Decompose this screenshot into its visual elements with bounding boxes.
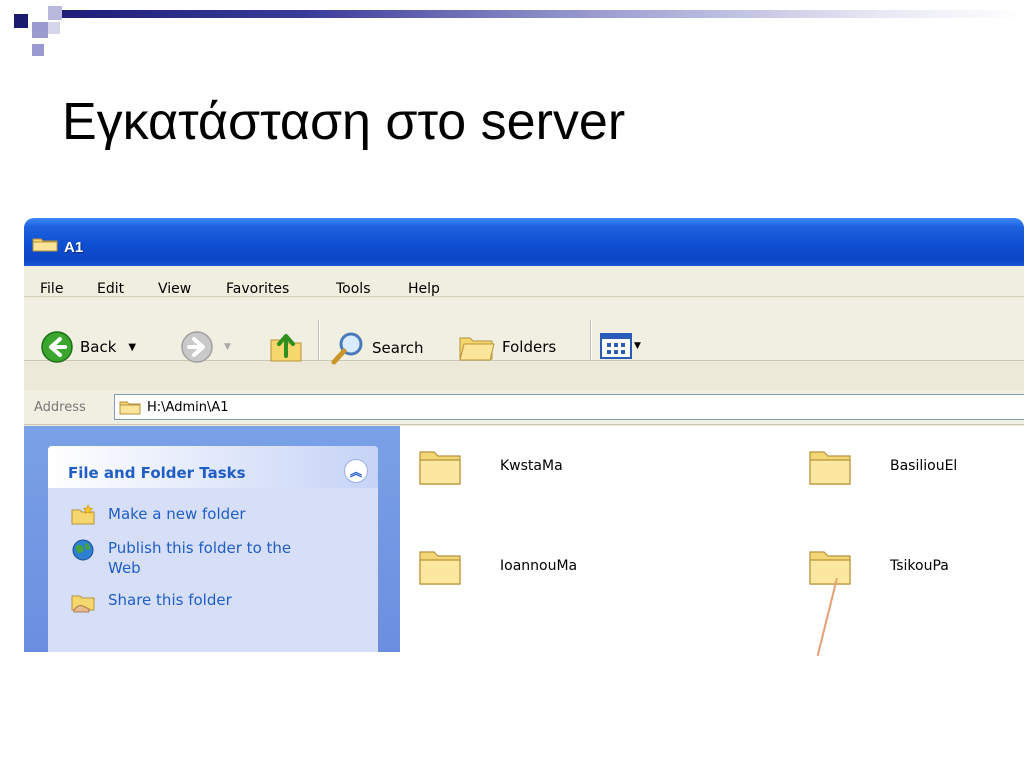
deco-square bbox=[48, 22, 60, 34]
forward-dropdown-icon[interactable]: ▼ bbox=[224, 342, 231, 352]
folder-name: KwstaMa bbox=[500, 458, 563, 474]
folders-button[interactable]: Folders bbox=[458, 332, 556, 362]
forward-button[interactable]: ▼ bbox=[180, 330, 231, 364]
folder-icon bbox=[419, 451, 461, 485]
task-label: Share this folder bbox=[108, 591, 232, 609]
menu-edit[interactable]: Edit bbox=[97, 282, 124, 296]
task-panel-header[interactable]: File and Folder Tasks ︽ bbox=[48, 446, 378, 488]
folder-view: KwstaMa BasiliouEl IoannouMa TsikouPa bbox=[400, 426, 1024, 652]
folder-icon bbox=[32, 238, 58, 252]
toolbar-separator bbox=[590, 320, 592, 360]
deco-square bbox=[14, 14, 28, 28]
folder-name: TsikouPa bbox=[890, 558, 949, 574]
menu-favorites[interactable]: Favorites bbox=[226, 282, 289, 296]
explorer-window: A1 File Edit View Favorites Tools Help B… bbox=[24, 218, 1024, 652]
deco-square bbox=[32, 22, 48, 38]
forward-arrow-icon bbox=[181, 331, 213, 363]
menu-bar: File Edit View Favorites Tools Help bbox=[24, 266, 1024, 297]
menu-help[interactable]: Help bbox=[408, 282, 440, 296]
folders-icon bbox=[459, 337, 495, 361]
folder-icon bbox=[119, 401, 141, 415]
toolbar-separator bbox=[318, 320, 320, 360]
back-dropdown-icon[interactable]: ▼ bbox=[128, 342, 136, 353]
folder-item[interactable]: KwstaMa bbox=[416, 442, 563, 490]
toolbar: Back ▼ ▼ Search Folders ▼ bbox=[24, 298, 1024, 365]
folder-item[interactable]: BasiliouEl bbox=[806, 442, 957, 490]
folder-icon bbox=[419, 551, 461, 585]
folder-icon bbox=[809, 451, 851, 485]
task-publish-to-web[interactable]: Publish this folder to the Web bbox=[70, 538, 328, 578]
header-gradient-bar bbox=[62, 10, 1024, 18]
menu-tools[interactable]: Tools bbox=[336, 282, 371, 296]
task-label: Publish this folder to the Web bbox=[108, 539, 292, 577]
window-title: A1 bbox=[64, 239, 84, 256]
search-icon bbox=[331, 332, 363, 365]
folder-item[interactable]: IoannouMa bbox=[416, 542, 577, 590]
folder-name: IoannouMa bbox=[500, 558, 578, 574]
folder-icon bbox=[809, 551, 851, 585]
menu-file[interactable]: File bbox=[40, 282, 63, 296]
up-folder-button[interactable] bbox=[268, 328, 304, 364]
address-field[interactable]: H:\Admin\A1 bbox=[114, 394, 1024, 420]
address-label: Address bbox=[34, 400, 86, 415]
slide-title: Εγκατάσταση στο server bbox=[62, 93, 626, 151]
views-dropdown-icon[interactable]: ▼ bbox=[634, 341, 641, 351]
views-icon bbox=[600, 333, 632, 359]
title-bar[interactable]: A1 bbox=[24, 218, 1024, 266]
up-folder-icon bbox=[270, 334, 302, 362]
address-path: H:\Admin\A1 bbox=[147, 399, 229, 415]
views-button[interactable]: ▼ bbox=[600, 332, 641, 360]
search-button[interactable]: Search bbox=[330, 330, 424, 366]
file-folder-tasks-panel: File and Folder Tasks ︽ Make a new folde… bbox=[48, 446, 378, 652]
address-bar: Address H:\Admin\A1 bbox=[24, 390, 1024, 425]
folder-item[interactable]: TsikouPa bbox=[806, 542, 949, 590]
back-button[interactable]: Back ▼ bbox=[40, 330, 136, 364]
share-folder-icon bbox=[71, 595, 95, 613]
task-share-folder[interactable]: Share this folder bbox=[70, 590, 328, 614]
task-make-new-folder[interactable]: Make a new folder bbox=[70, 504, 328, 526]
deco-square bbox=[48, 6, 62, 20]
search-label: Search bbox=[372, 339, 424, 357]
folders-label: Folders bbox=[502, 338, 557, 356]
back-label: Back bbox=[80, 338, 117, 356]
deco-square bbox=[32, 44, 44, 56]
task-label: Make a new folder bbox=[108, 505, 246, 523]
menu-view[interactable]: View bbox=[158, 282, 191, 296]
task-panel-title: File and Folder Tasks bbox=[68, 464, 246, 482]
collapse-chevron-icon[interactable]: ︽ bbox=[344, 459, 368, 483]
new-folder-icon bbox=[71, 504, 95, 525]
globe-icon bbox=[72, 539, 94, 561]
task-pane: File and Folder Tasks ︽ Make a new folde… bbox=[24, 426, 400, 652]
back-arrow-icon bbox=[41, 331, 73, 363]
folder-name: BasiliouEl bbox=[890, 458, 958, 474]
